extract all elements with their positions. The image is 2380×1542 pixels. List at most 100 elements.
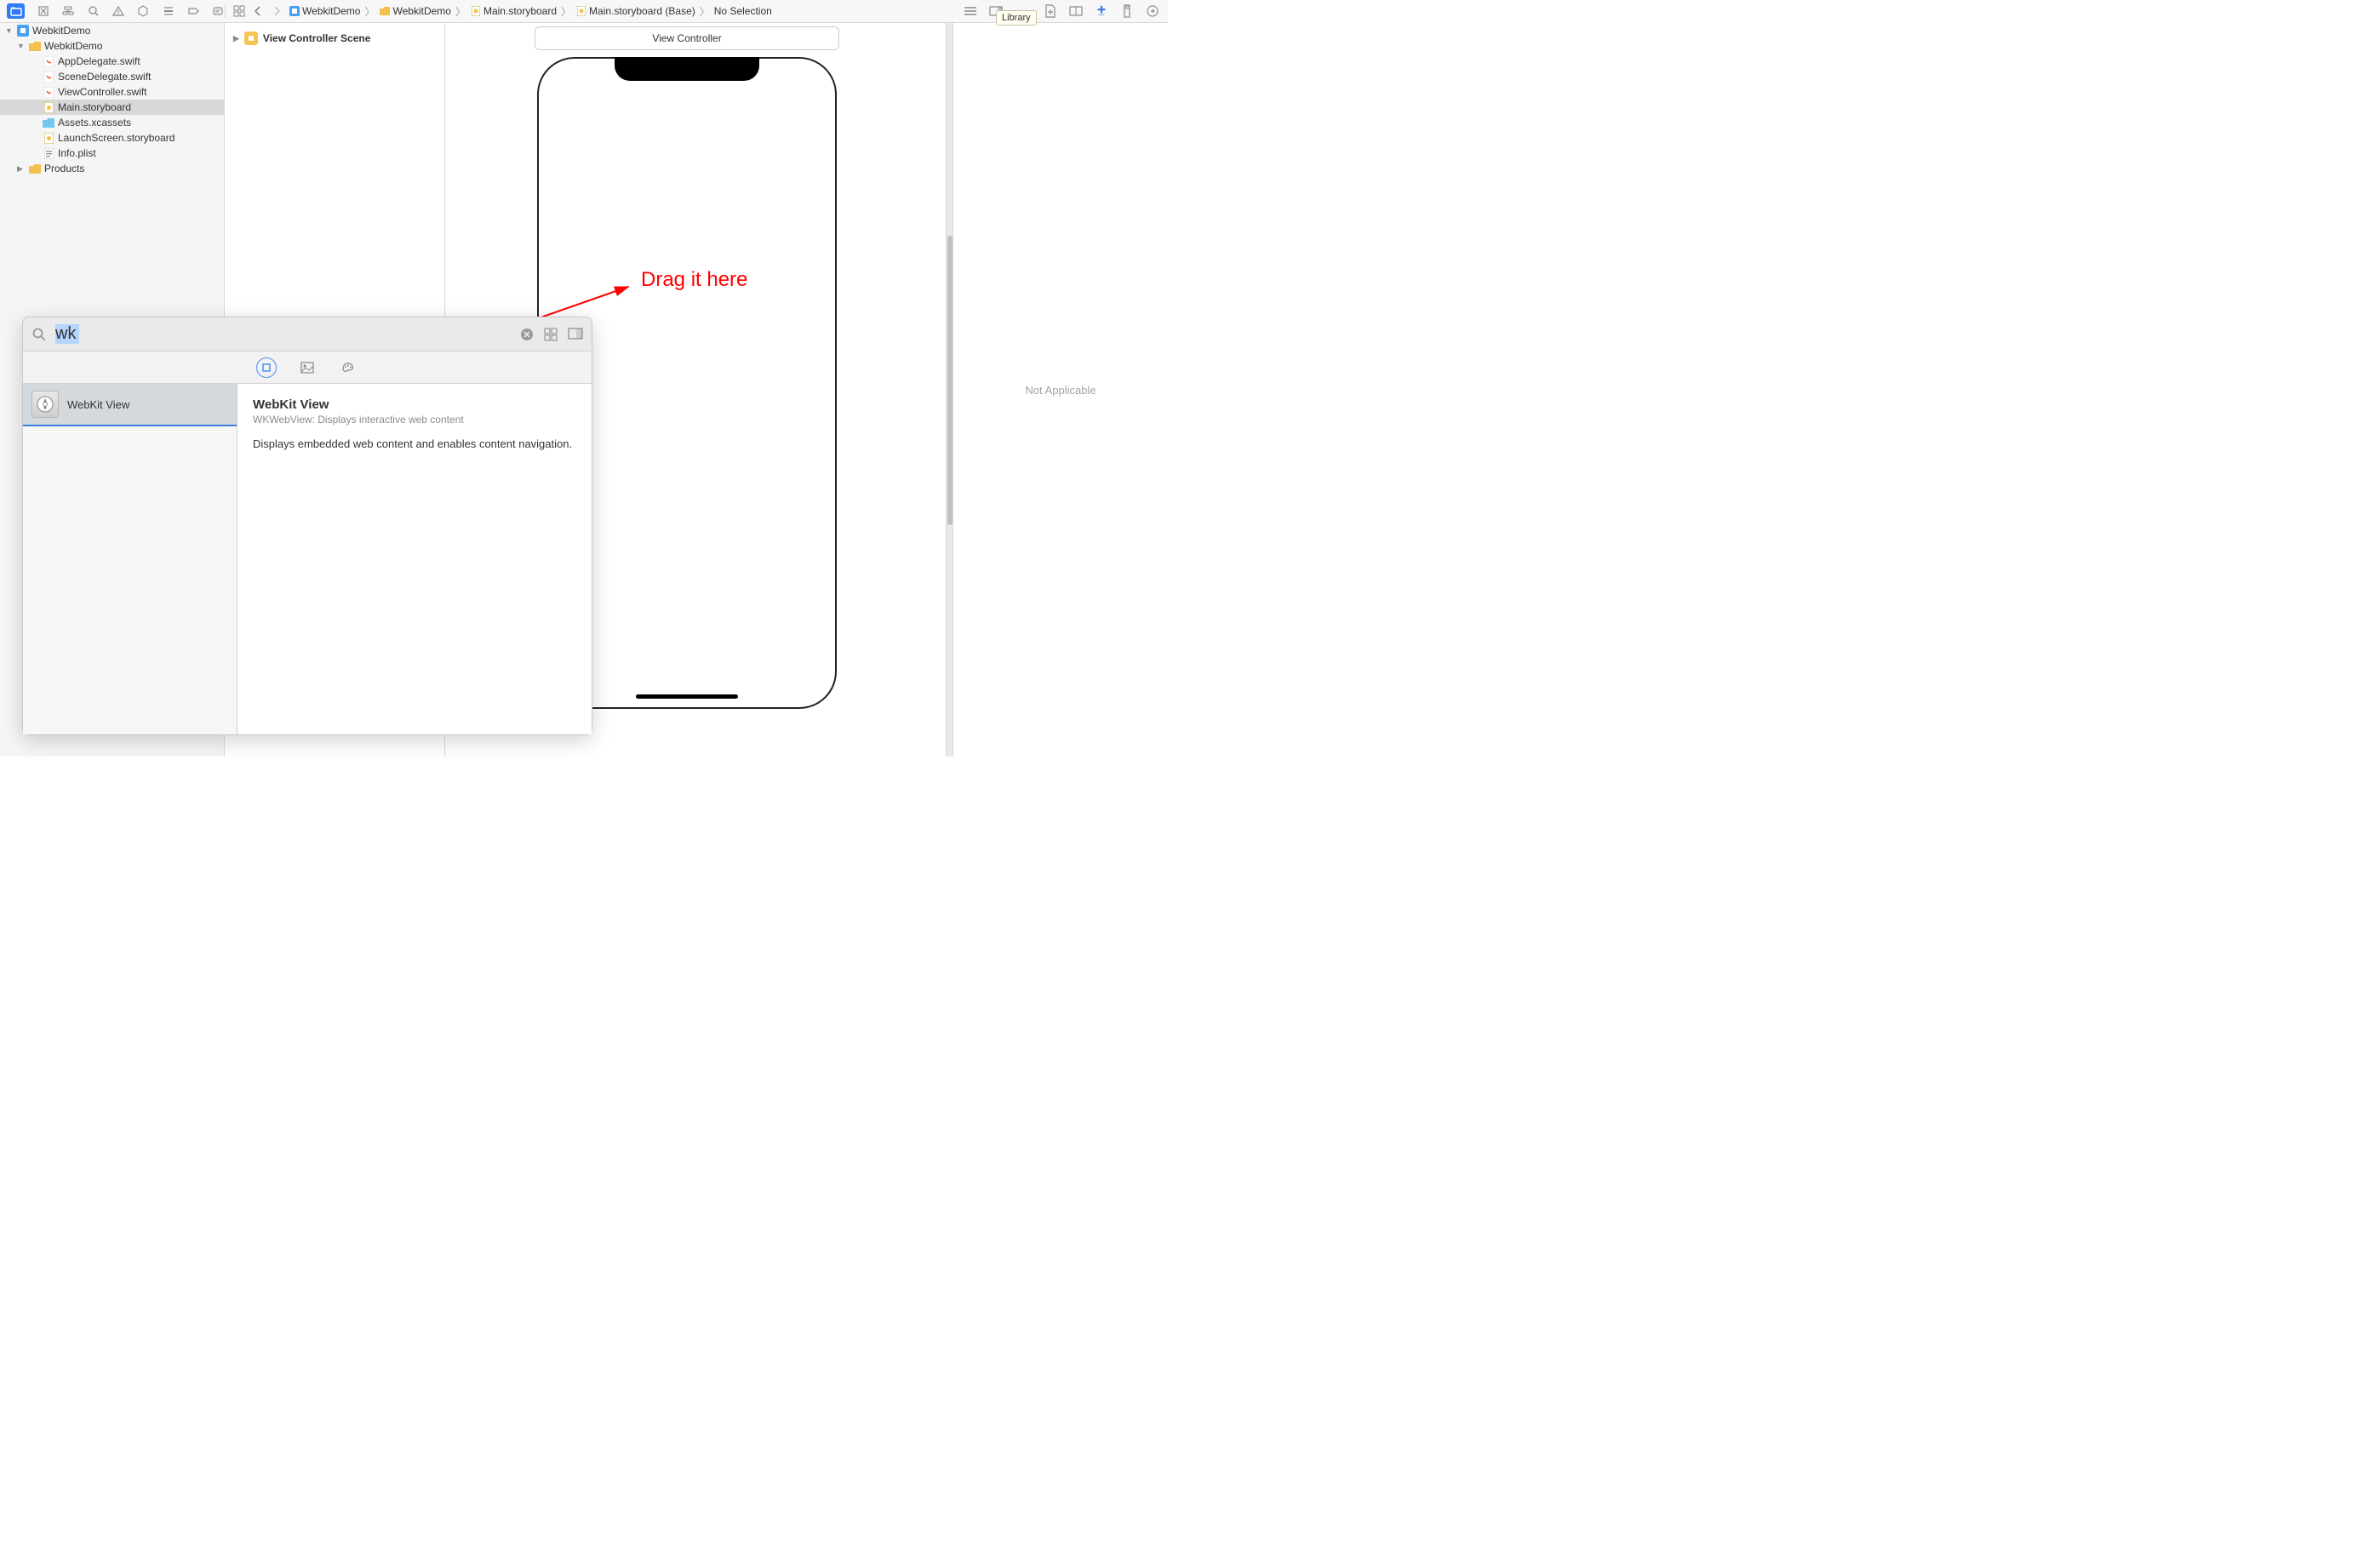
project-icon xyxy=(17,25,29,37)
crumb-label: WebkitDemo xyxy=(302,5,360,17)
folder-icon xyxy=(29,163,41,174)
outline-label: View Controller Scene xyxy=(263,32,371,44)
nav-item-label: Assets.xcassets xyxy=(58,117,131,128)
disclosure-triangle-icon[interactable]: ▼ xyxy=(17,42,26,50)
storyboard-icon xyxy=(575,5,587,17)
scene-title-bar[interactable]: View Controller xyxy=(535,26,839,50)
library-body: WebKit View WebKit View WKWebView: Displ… xyxy=(23,384,592,734)
search-icon xyxy=(31,327,47,342)
assets-folder-icon xyxy=(43,117,54,128)
inspector-toggle-icon[interactable] xyxy=(1120,4,1134,18)
related-items-icon[interactable] xyxy=(232,4,246,18)
scene-title-label: View Controller xyxy=(652,32,721,44)
inspector-body: Not Applicable xyxy=(953,23,1168,757)
storyboard-file-icon xyxy=(43,101,54,113)
device-notch xyxy=(615,57,759,81)
crumb-label: Main.storyboard xyxy=(483,5,557,17)
objects-tab[interactable] xyxy=(256,357,277,378)
test-navigator-tab[interactable] xyxy=(137,4,150,18)
swift-file-icon xyxy=(43,55,54,67)
issue-navigator-tab[interactable] xyxy=(112,4,124,18)
breakpoint-navigator-tab[interactable] xyxy=(186,4,199,18)
outline-scene-row[interactable]: ▶ View Controller Scene xyxy=(230,28,439,49)
nav-file-row[interactable]: AppDelegate.swift xyxy=(0,54,224,69)
chevron-right-icon: 〉 xyxy=(561,4,571,19)
source-control-tab[interactable] xyxy=(37,4,49,18)
nav-item-label: ViewController.swift xyxy=(58,86,146,98)
nav-item-label: WebkitDemo xyxy=(44,40,102,52)
library-detail: WebKit View WKWebView: Displays interact… xyxy=(237,384,592,734)
library-tooltip: Library xyxy=(996,10,1037,26)
report-navigator-tab[interactable] xyxy=(212,4,225,18)
nav-file-row[interactable]: ViewController.swift xyxy=(0,84,224,100)
scene-icon xyxy=(244,31,258,45)
inspector-panel: Not Applicable xyxy=(953,23,1168,757)
nav-file-row[interactable]: Info.plist xyxy=(0,146,224,161)
chevron-right-icon: 〉 xyxy=(364,4,375,19)
storyboard-file-icon xyxy=(43,132,54,144)
library-result-item[interactable]: WebKit View xyxy=(23,384,237,426)
arrow-right-icon[interactable] xyxy=(1146,4,1159,18)
nav-folder-row[interactable]: ▶ Products xyxy=(0,161,224,176)
editor-right-tools xyxy=(964,4,1168,18)
nav-folder-row[interactable]: ▼ WebkitDemo xyxy=(0,38,224,54)
library-item-label: WebKit View xyxy=(67,398,129,411)
library-search-input[interactable] xyxy=(55,324,512,344)
symbol-navigator-tab[interactable] xyxy=(61,4,74,18)
annotation-text: Drag it here xyxy=(641,268,747,292)
breadcrumb[interactable]: WebkitDemo 〉 WebkitDemo 〉 Main.storyboar… xyxy=(289,4,772,19)
disclosure-triangle-icon[interactable]: ▶ xyxy=(233,34,239,43)
library-category-tabs xyxy=(23,351,592,384)
disclosure-triangle-icon[interactable]: ▶ xyxy=(17,164,26,174)
home-indicator xyxy=(636,694,738,699)
top-toolbar: WebkitDemo 〉 WebkitDemo 〉 Main.storyboar… xyxy=(0,0,1168,23)
library-popover: WebKit View WebKit View WKWebView: Displ… xyxy=(22,317,592,735)
clear-search-icon[interactable] xyxy=(520,328,534,341)
nav-file-row[interactable]: LaunchScreen.storyboard xyxy=(0,130,224,146)
crumb-label: WebkitDemo xyxy=(392,5,450,17)
chevron-right-icon: 〉 xyxy=(455,4,466,19)
detail-view-icon[interactable] xyxy=(568,328,583,341)
library-plus-icon[interactable] xyxy=(1095,4,1108,18)
storyboard-icon xyxy=(470,5,482,17)
nav-item-label: Main.storyboard xyxy=(58,101,131,113)
add-file-icon[interactable] xyxy=(1044,4,1057,18)
inspector-placeholder: Not Applicable xyxy=(1025,384,1096,397)
debug-navigator-tab[interactable] xyxy=(162,4,174,18)
detail-title: WebKit View xyxy=(253,397,576,412)
media-tab[interactable] xyxy=(297,357,318,378)
disclosure-triangle-icon[interactable]: ▼ xyxy=(5,26,14,35)
swift-file-icon xyxy=(43,86,54,98)
webkit-view-icon xyxy=(31,391,59,418)
nav-item-label: LaunchScreen.storyboard xyxy=(58,132,174,144)
library-search-bar xyxy=(23,317,592,351)
nav-file-row[interactable]: Assets.xcassets xyxy=(0,115,224,130)
detail-subtitle: WKWebView: Displays interactive web cont… xyxy=(253,414,576,425)
code-review-icon[interactable] xyxy=(1069,4,1083,18)
nav-item-label: Products xyxy=(44,163,84,174)
project-navigator-tab[interactable] xyxy=(7,3,25,19)
editor-options-icon[interactable] xyxy=(964,4,977,18)
library-results: WebKit View xyxy=(23,384,237,734)
folder-icon xyxy=(379,5,391,17)
canvas-scrollbar[interactable] xyxy=(946,23,953,757)
plist-file-icon xyxy=(43,147,54,159)
swift-file-icon xyxy=(43,71,54,83)
nav-file-row[interactable]: Main.storyboard xyxy=(0,100,224,115)
color-tab[interactable] xyxy=(338,357,358,378)
nav-back-icon[interactable] xyxy=(251,4,265,18)
nav-item-label: WebkitDemo xyxy=(32,25,90,37)
nav-project-row[interactable]: ▼ WebkitDemo xyxy=(0,23,224,38)
nav-item-label: SceneDelegate.swift xyxy=(58,71,151,83)
crumb-label: No Selection xyxy=(714,5,772,17)
folder-icon xyxy=(29,40,41,52)
nav-item-label: Info.plist xyxy=(58,147,96,159)
grid-view-icon[interactable] xyxy=(544,328,558,341)
nav-forward-icon[interactable] xyxy=(270,4,283,18)
project-icon xyxy=(289,5,300,17)
scroll-thumb[interactable] xyxy=(947,236,953,525)
nav-file-row[interactable]: SceneDelegate.swift xyxy=(0,69,224,84)
find-navigator-tab[interactable] xyxy=(87,4,100,18)
crumb-label: Main.storyboard (Base) xyxy=(589,5,695,17)
nav-item-label: AppDelegate.swift xyxy=(58,55,140,67)
